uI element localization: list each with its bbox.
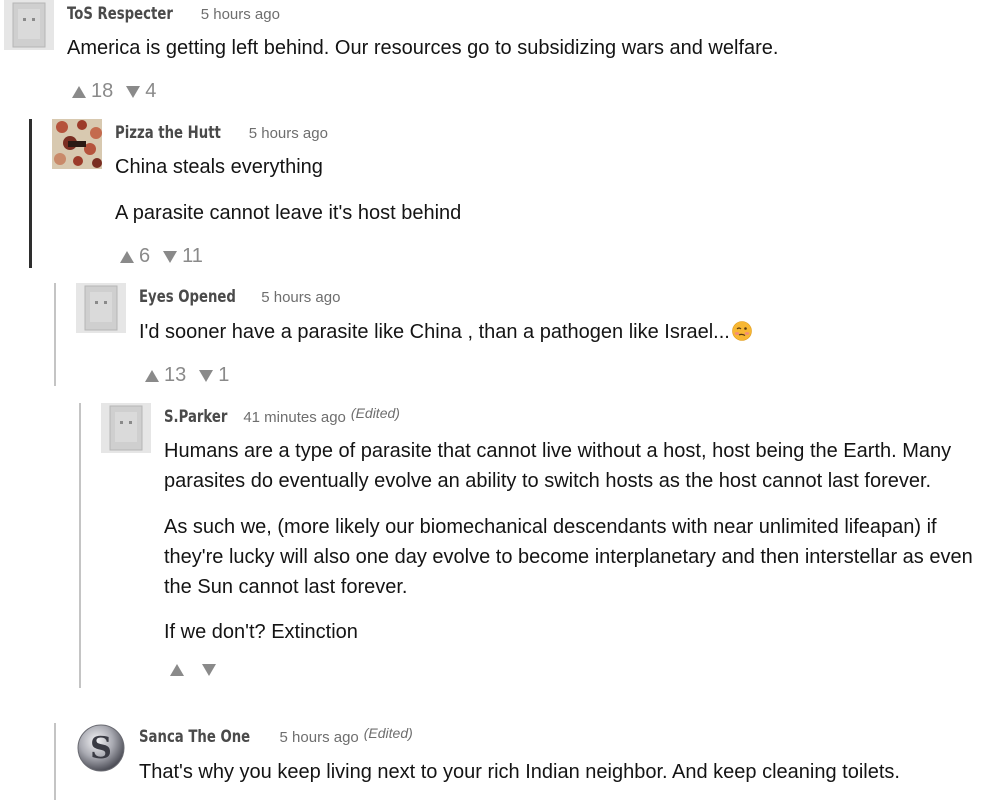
timestamp[interactable]: 41 minutes ago [243, 409, 346, 426]
upvote-icon [72, 85, 86, 98]
edited-label: (Edited) [363, 725, 413, 741]
vote-bar: 18 4 [72, 80, 156, 103]
thread-line [79, 403, 81, 688]
upvote-button[interactable] [170, 664, 189, 676]
upvote-button[interactable]: 13 [145, 364, 186, 387]
comment-text: If we don't? Extinction [164, 621, 358, 643]
woozy-face-emoji-icon [732, 321, 752, 341]
comment-meta: ToS Respecter 5 hours ago [67, 4, 280, 24]
downvote-button[interactable]: 1 [199, 364, 229, 387]
downvote-button[interactable]: 11 [163, 245, 203, 268]
svg-text:S: S [90, 731, 112, 766]
vote-bar: 6 11 [120, 245, 203, 268]
avatar[interactable]: S [76, 723, 126, 773]
upvote-count: 13 [164, 364, 187, 386]
avatar[interactable] [52, 119, 102, 169]
thread-line [54, 723, 56, 800]
upvote-count: 18 [91, 80, 114, 102]
downvote-icon [126, 85, 141, 98]
downvote-count: 11 [182, 245, 203, 267]
downvote-count: 4 [145, 80, 157, 102]
comment-meta: Pizza the Hutt 5 hours ago [115, 123, 328, 143]
comment-text: As such we, (more likely our biomechanic… [164, 516, 937, 538]
comment-text: I'd sooner have a parasite like China , … [139, 317, 752, 347]
comment-text: America is getting left behind. Our reso… [67, 37, 779, 59]
upvote-button[interactable]: 18 [72, 80, 113, 103]
downvote-button[interactable]: 4 [126, 80, 156, 103]
timestamp[interactable]: 5 hours ago [201, 6, 280, 23]
upvote-icon [120, 250, 134, 263]
comment-text: Humans are a type of parasite that canno… [164, 440, 952, 462]
comment-text: the Sun cannot last forever. [164, 576, 408, 598]
comment-meta: Eyes Opened 5 hours ago [139, 287, 340, 307]
comment-text: A parasite cannot leave it's host behind [115, 202, 462, 224]
timestamp[interactable]: 5 hours ago [280, 729, 359, 746]
avatar[interactable] [76, 283, 126, 333]
author-name[interactable]: Pizza the Hutt [115, 123, 221, 143]
upvote-count: 6 [139, 245, 151, 267]
vote-bar: 13 1 [145, 364, 229, 387]
avatar[interactable] [4, 0, 54, 50]
downvote-icon [163, 250, 178, 263]
author-name[interactable]: ToS Respecter [67, 4, 173, 24]
upvote-icon [170, 664, 184, 676]
downvote-button[interactable] [202, 664, 221, 676]
author-name[interactable]: Eyes Opened [139, 287, 236, 307]
avatar[interactable] [101, 403, 151, 453]
active-thread-line [29, 119, 32, 268]
timestamp[interactable]: 5 hours ago [249, 125, 328, 142]
comment-text: That's why you keep living next to your … [139, 761, 900, 783]
author-name[interactable]: Sanca The One [139, 727, 250, 747]
comment-text-content: I'd sooner have a parasite like China , … [139, 321, 730, 343]
downvote-icon [199, 369, 214, 382]
comment-meta: S.Parker 41 minutes ago (Edited) [164, 405, 400, 427]
comment-text: China steals everything [115, 156, 323, 178]
author-name[interactable]: S.Parker [164, 407, 227, 427]
edited-label: (Edited) [350, 405, 400, 421]
comment-meta: Sanca The One 5 hours ago (Edited) [139, 725, 413, 747]
vote-bar [170, 664, 221, 676]
thread-line [54, 283, 56, 386]
comment-text: they're lucky will also one day evolve t… [164, 546, 973, 568]
comment-text: parasites do eventually evolve an abilit… [164, 470, 932, 492]
upvote-button[interactable]: 6 [120, 245, 150, 268]
upvote-icon [145, 369, 159, 382]
timestamp[interactable]: 5 hours ago [261, 289, 340, 306]
downvote-count: 1 [218, 364, 230, 386]
downvote-icon [202, 664, 216, 676]
